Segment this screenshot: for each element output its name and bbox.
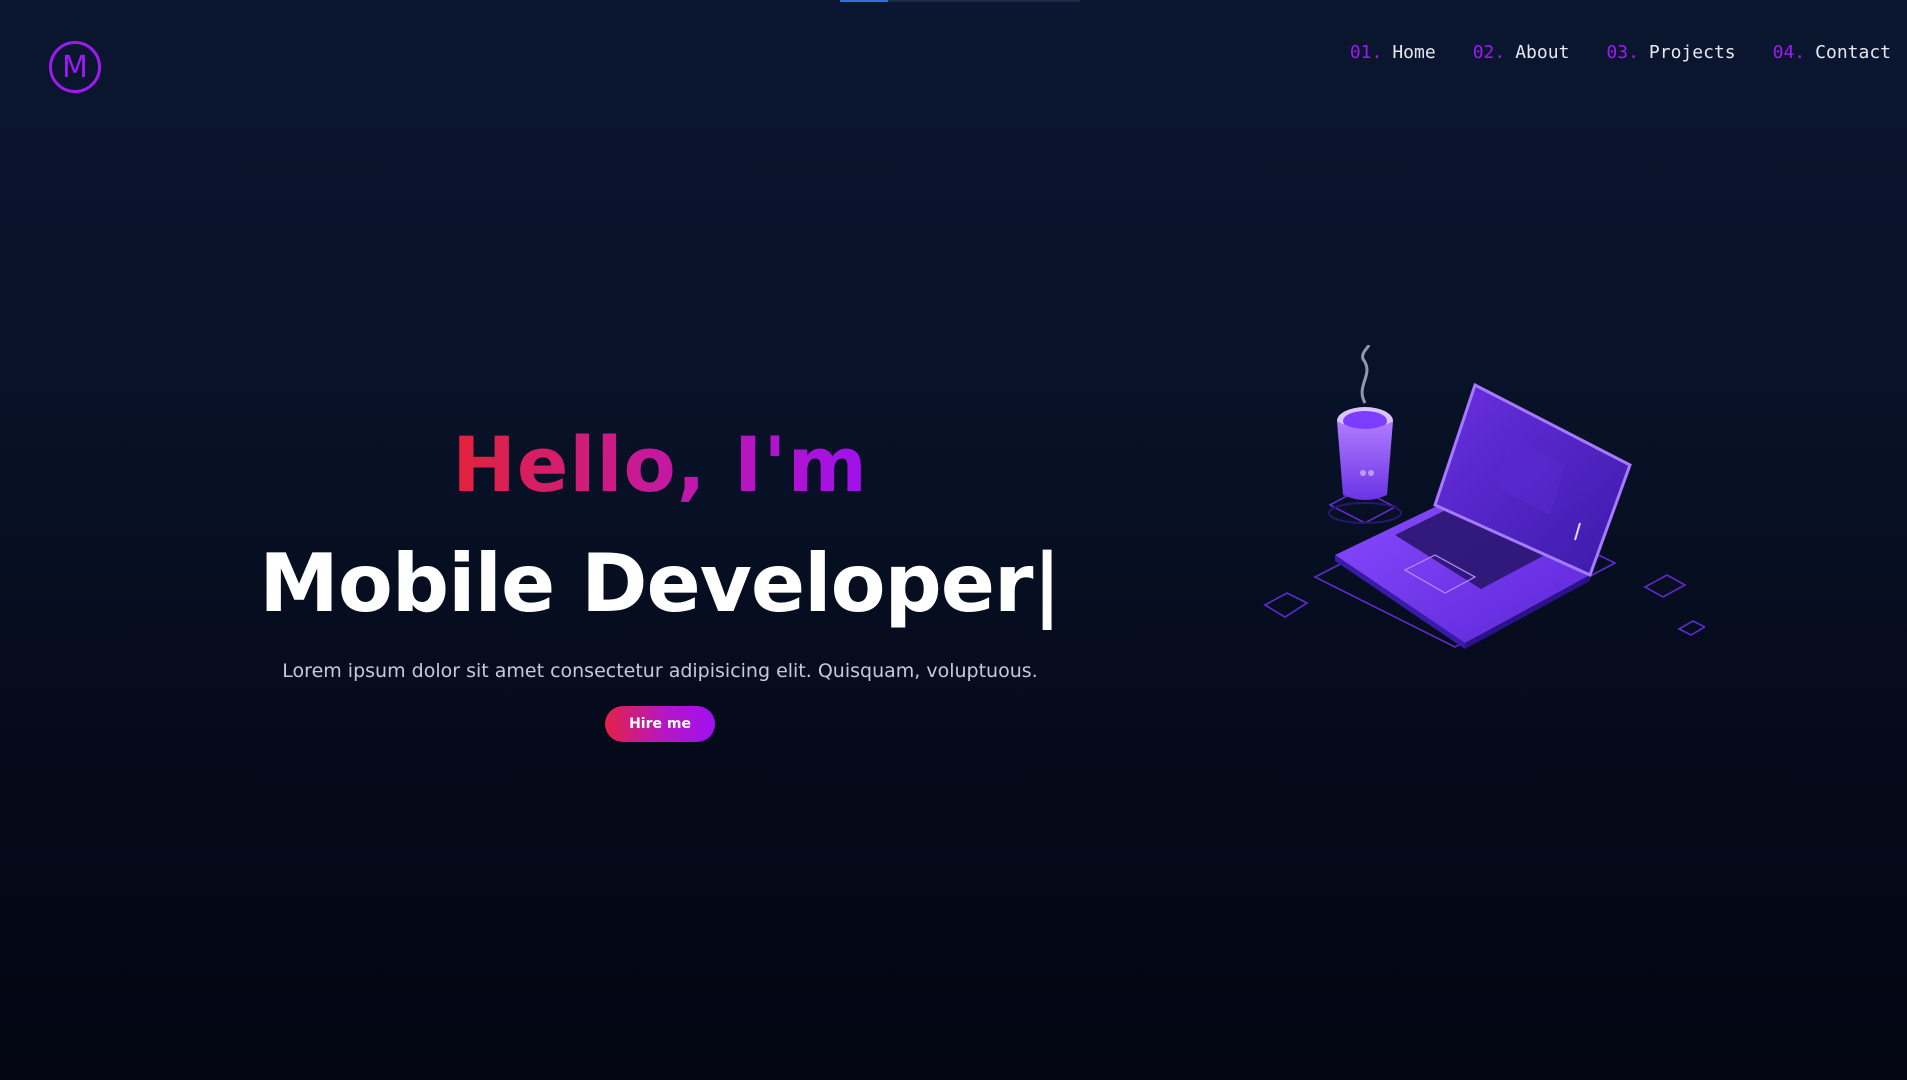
nav-item-number: 03.	[1606, 42, 1639, 63]
main-nav: 01. Home 02. About 03. Projects 04. Cont…	[1350, 42, 1891, 63]
logo-letter: M	[62, 49, 88, 85]
nav-item-about[interactable]: 02. About	[1473, 42, 1570, 63]
nav-item-label: About	[1515, 42, 1570, 63]
hero-greeting: Hello, I'm	[452, 420, 868, 509]
page-progress-track	[840, 0, 1080, 2]
coffee-steam	[1360, 345, 1371, 404]
nav-item-number: 04.	[1772, 42, 1806, 63]
laptop-coffee-illustration	[1263, 345, 1705, 649]
nav-item-home[interactable]: 01. Home	[1350, 42, 1436, 63]
nav-item-number: 02.	[1472, 42, 1506, 63]
hero-section: Hello, I'm Mobile Developer| Lorem ipsum…	[0, 420, 1320, 742]
nav-item-projects[interactable]: 03. Projects	[1606, 42, 1735, 63]
nav-item-label: Contact	[1815, 42, 1891, 63]
hire-me-button[interactable]: Hire me	[605, 706, 715, 742]
logo-monogram-icon[interactable]: M	[49, 41, 101, 93]
hero-description: Lorem ipsum dolor sit amet consectetur a…	[282, 660, 1038, 682]
nav-item-label: Projects	[1648, 42, 1736, 63]
coffee-cup-shadow	[1328, 502, 1402, 524]
nav-item-contact[interactable]: 04. Contact	[1773, 42, 1891, 63]
nav-item-label: Home	[1392, 42, 1436, 63]
page-progress-fill	[840, 0, 888, 2]
nav-item-number: 01.	[1349, 42, 1383, 63]
coffee-cup-body	[1337, 421, 1393, 500]
hero-greeting-wrap: Hello, I'm	[0, 420, 1320, 509]
hero-role-title: Mobile Developer|	[259, 537, 1061, 630]
